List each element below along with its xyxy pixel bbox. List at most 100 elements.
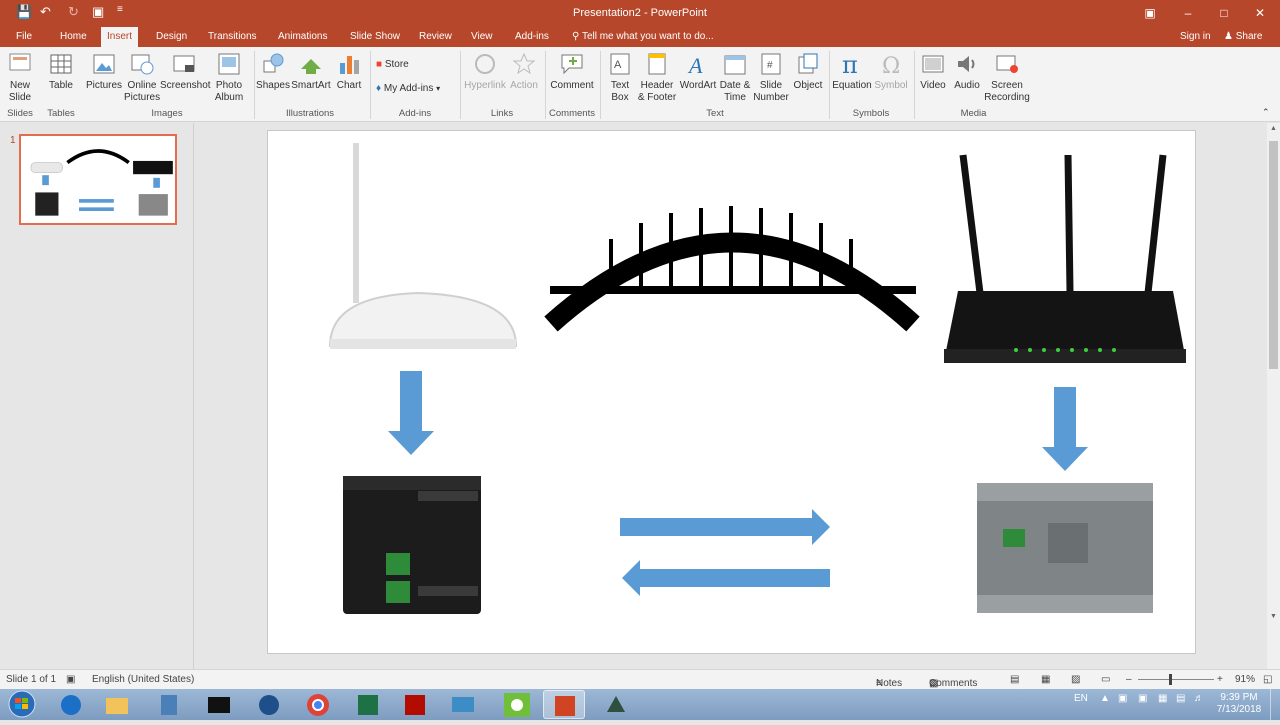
taskbar-app-dolby[interactable] bbox=[198, 690, 240, 719]
tab-animations[interactable]: Animations bbox=[272, 27, 333, 47]
taskbar-app-chrome[interactable] bbox=[297, 690, 339, 719]
black-router-image[interactable] bbox=[944, 154, 1186, 363]
my-addins-label: My Add-ins bbox=[383, 83, 434, 94]
down-arrow-left[interactable] bbox=[388, 371, 434, 455]
tab-home[interactable]: Home bbox=[54, 27, 93, 47]
spell-check-icon[interactable]: ▣ bbox=[66, 674, 75, 685]
zoom-in-button[interactable]: + bbox=[1217, 674, 1223, 685]
header-footer-button[interactable]: Header & Footer bbox=[636, 51, 678, 104]
normal-view-icon[interactable]: ▤ bbox=[1010, 674, 1019, 685]
tab-insert[interactable]: Insert bbox=[101, 27, 139, 47]
down-arrow-right[interactable] bbox=[1042, 387, 1088, 471]
zoom-slider[interactable] bbox=[1138, 679, 1214, 680]
left-arrow[interactable] bbox=[622, 560, 830, 596]
tab-transitions[interactable]: Transitions bbox=[202, 27, 263, 47]
smartart-button[interactable]: SmartArt bbox=[290, 51, 332, 92]
ribbon-display-options-icon[interactable]: ▣ bbox=[1134, 3, 1166, 23]
taskbar-app-excel[interactable] bbox=[347, 690, 389, 719]
tab-slide-show[interactable]: Slide Show bbox=[344, 27, 406, 47]
zoom-slider-thumb[interactable] bbox=[1169, 674, 1172, 685]
scroll-up-icon[interactable]: ▲ bbox=[1270, 125, 1277, 132]
online-pictures-icon bbox=[131, 54, 154, 75]
close-button[interactable]: ✕ bbox=[1244, 3, 1276, 23]
network-icon[interactable]: ▤ bbox=[1176, 693, 1185, 704]
remote-desktop-icon bbox=[452, 697, 474, 712]
taskbar-app-acrobat[interactable] bbox=[394, 690, 436, 719]
wordart-button[interactable]: A WordArt bbox=[678, 51, 718, 92]
start-button[interactable] bbox=[2, 690, 42, 719]
input-language[interactable]: EN bbox=[1074, 693, 1088, 704]
taskbar-app-calculator[interactable] bbox=[148, 690, 190, 719]
slide-thumbnail[interactable] bbox=[19, 134, 177, 225]
my-addins-button[interactable]: ♦ My Add-ins ▾ bbox=[376, 83, 440, 94]
object-icon bbox=[798, 53, 818, 74]
action-label: Action bbox=[510, 80, 538, 91]
scrollbar-thumb[interactable] bbox=[1269, 141, 1278, 369]
taskbar-app-file-explorer[interactable] bbox=[96, 690, 138, 719]
volume-icon[interactable]: ♬ bbox=[1194, 693, 1204, 704]
language-indicator[interactable]: English (United States) bbox=[92, 674, 194, 685]
taskbar-app-powerpoint[interactable] bbox=[543, 690, 585, 719]
taskbar-app-media[interactable] bbox=[248, 690, 290, 719]
object-button[interactable]: Object bbox=[790, 51, 826, 92]
store-button[interactable]: ■ Store bbox=[376, 59, 409, 70]
table-button[interactable]: Table bbox=[44, 51, 78, 92]
tell-me-box[interactable]: ⚲ Tell me what you want to do... bbox=[566, 27, 720, 47]
reading-view-icon[interactable]: ▨ bbox=[1071, 674, 1080, 685]
screen-recording-button[interactable]: Screen Recording bbox=[984, 51, 1030, 104]
plc-controller-right-image[interactable] bbox=[977, 483, 1153, 613]
screenshot-label: Screenshot bbox=[160, 80, 211, 91]
slide-canvas[interactable] bbox=[267, 130, 1196, 654]
equation-button[interactable]: π Equation bbox=[832, 51, 872, 92]
tab-review[interactable]: Review bbox=[413, 27, 458, 47]
taskbar-app-settings[interactable] bbox=[496, 690, 538, 719]
photo-album-button[interactable]: Photo Album bbox=[209, 51, 249, 104]
show-hidden-icons-icon[interactable]: ▲ bbox=[1100, 693, 1110, 704]
lightbulb-icon: ⚲ bbox=[572, 31, 580, 42]
audio-button[interactable]: Audio bbox=[950, 51, 984, 92]
shapes-button[interactable]: Shapes bbox=[256, 51, 290, 92]
tray-icon-1[interactable]: ▣ bbox=[1118, 693, 1127, 704]
date-time-button[interactable]: Date & Time bbox=[718, 51, 752, 104]
pictures-button[interactable]: Pictures bbox=[85, 51, 123, 92]
zoom-level[interactable]: 91% bbox=[1235, 674, 1255, 685]
clock[interactable]: 9:39 PM 7/13/2018 bbox=[1214, 692, 1264, 716]
symbol-button[interactable]: Ω Symbol bbox=[872, 51, 910, 92]
tray-icon-3[interactable]: ▦ bbox=[1158, 693, 1167, 704]
tab-file[interactable]: File bbox=[10, 27, 38, 47]
scroll-down-icon[interactable]: ▼ bbox=[1270, 613, 1277, 620]
show-desktop-button[interactable] bbox=[1270, 689, 1280, 720]
slide-sorter-icon[interactable]: ▦ bbox=[1041, 674, 1050, 685]
plc-controller-left-image[interactable] bbox=[343, 476, 481, 614]
action-button[interactable]: Action bbox=[508, 51, 540, 92]
sign-in-link[interactable]: Sign in bbox=[1174, 27, 1217, 47]
hyperlink-button[interactable]: Hyperlink bbox=[463, 51, 507, 92]
taskbar-app-remote-desktop[interactable] bbox=[442, 690, 484, 719]
tab-design[interactable]: Design bbox=[150, 27, 193, 47]
bridge-image[interactable] bbox=[544, 206, 920, 332]
vertical-scrollbar[interactable]: ▲ ▼ bbox=[1267, 123, 1280, 669]
slide-number-button[interactable]: # Slide Number bbox=[752, 51, 790, 104]
slide-show-view-icon[interactable]: ▭ bbox=[1101, 674, 1110, 685]
tray-icon-2[interactable]: ▣ bbox=[1138, 693, 1147, 704]
white-router-image[interactable] bbox=[328, 143, 518, 349]
new-slide-button[interactable]: New Slide bbox=[4, 51, 36, 104]
video-button[interactable]: Video bbox=[917, 51, 949, 92]
collapse-ribbon-icon[interactable]: ⌃ bbox=[1262, 107, 1270, 118]
taskbar-app-tool[interactable] bbox=[595, 690, 637, 719]
tab-view[interactable]: View bbox=[465, 27, 499, 47]
comment-button[interactable]: Comment bbox=[548, 51, 596, 92]
minimize-button[interactable]: – bbox=[1172, 3, 1204, 23]
tab-addins[interactable]: Add-ins bbox=[509, 27, 555, 47]
online-pictures-button[interactable]: Online Pictures bbox=[124, 51, 160, 104]
text-box-label-2: Box bbox=[611, 92, 629, 103]
share-button[interactable]: ♟ Share bbox=[1218, 27, 1268, 47]
text-box-button[interactable]: A Text Box bbox=[604, 51, 636, 104]
right-arrow[interactable] bbox=[620, 509, 830, 545]
taskbar-app-skype[interactable] bbox=[50, 690, 92, 719]
chart-button[interactable]: Chart bbox=[334, 51, 364, 92]
maximize-button[interactable]: □ bbox=[1208, 3, 1240, 23]
screenshot-button[interactable]: Screenshot bbox=[160, 51, 211, 92]
fit-slide-icon[interactable]: ◱ bbox=[1263, 674, 1272, 685]
zoom-out-button[interactable]: – bbox=[1126, 674, 1132, 685]
